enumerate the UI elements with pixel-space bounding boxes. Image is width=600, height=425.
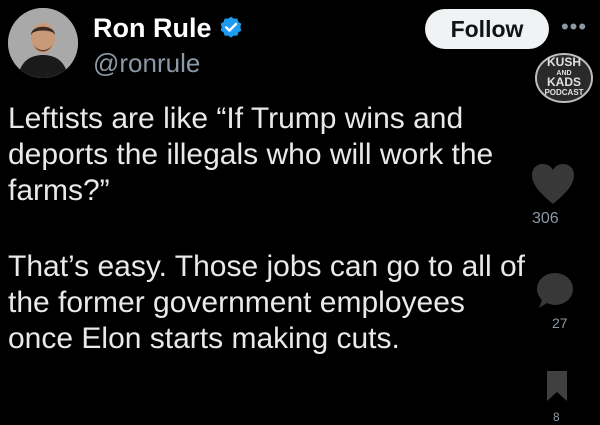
bookmark-count: 8 [553,410,560,424]
bookmark-icon[interactable] [546,370,568,402]
watermark-line-4: PODCAST [544,88,583,97]
watermark-logo: KUSH AND KADS PODCAST [524,48,600,106]
author-name-row: Ron Rule [93,10,244,46]
tweet-paragraph-1: Leftists are like “If Trump wins and dep… [8,102,494,207]
author-handle[interactable]: @ronrule [93,48,200,79]
profile-photo-icon [8,8,78,78]
comment-count: 27 [552,315,568,331]
follow-button[interactable]: Follow [425,9,549,49]
like-count: 306 [532,210,559,227]
watermark-line-3: KADS [547,75,581,89]
display-name[interactable]: Ron Rule [93,13,212,44]
comment-bubble-icon[interactable] [534,270,576,312]
tweet-paragraph-2: That’s easy. Those jobs can go to all of… [8,250,525,355]
avatar[interactable] [8,8,78,78]
tweet-text: Leftists are like “If Trump wins and dep… [8,101,568,357]
watermark-line-1: KUSH [547,55,581,69]
like-heart-icon[interactable] [530,162,576,206]
verified-badge-icon [218,15,244,41]
more-options-icon[interactable]: ••• [554,12,594,42]
